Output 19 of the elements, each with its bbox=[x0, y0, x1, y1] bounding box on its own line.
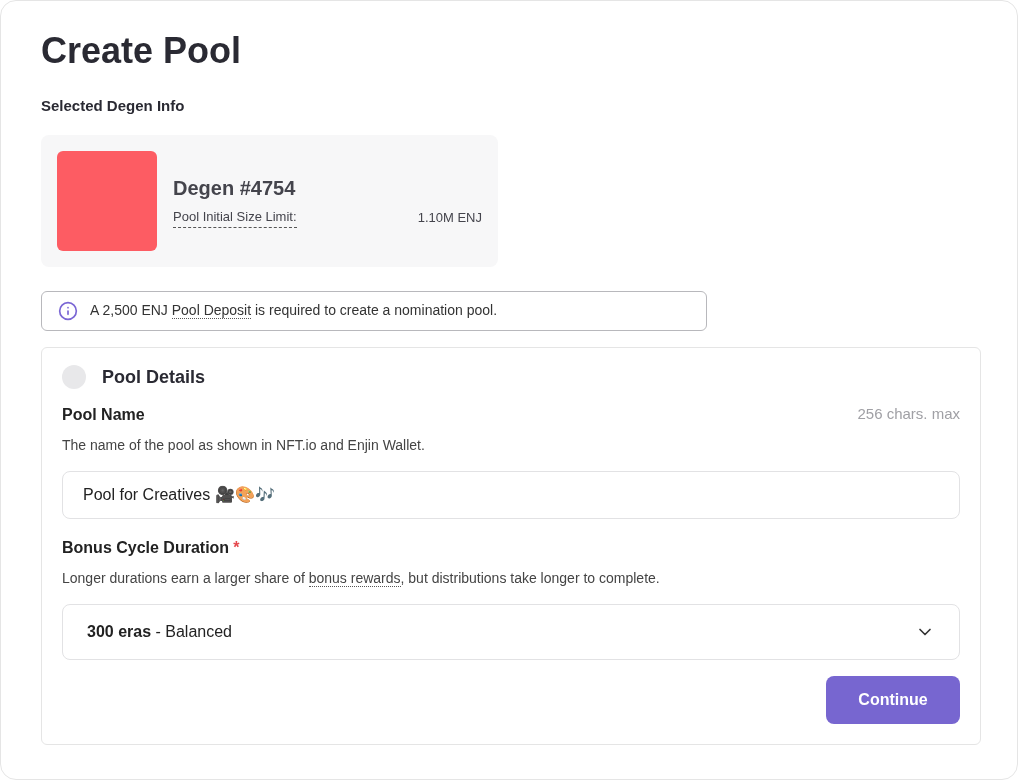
field-label: Bonus Cycle Duration bbox=[62, 537, 230, 558]
degen-name: Degen #4754 bbox=[173, 176, 297, 202]
field-description: The name of the pool as shown in NFT.io and Enjin Wallet. bbox=[62, 435, 426, 455]
char-limit-hint: 256 chars. max bbox=[857, 404, 960, 425]
page-title: Create Pool bbox=[41, 29, 243, 73]
field-description: Longer durations earn a larger share of bonus rewards, but distributions take longer to complete. bbox=[62, 568, 661, 589]
bonus-rewards-term[interactable]: bonus rewards bbox=[308, 569, 401, 587]
pool-deposit-term[interactable]: Pool Deposit bbox=[171, 302, 252, 319]
continue-button[interactable]: Continue bbox=[826, 675, 960, 724]
section-heading: Selected Degen Info bbox=[41, 96, 186, 116]
pool-name-input[interactable]: Pool for Creatives 🎥🎨🎶 bbox=[62, 470, 960, 519]
panel-title: Pool Details bbox=[102, 365, 206, 389]
required-mark: * bbox=[233, 537, 240, 558]
limit-value: 1.10M ENJ bbox=[417, 208, 482, 227]
limit-label[interactable]: Pool Initial Size Limit: bbox=[173, 207, 297, 228]
info-icon bbox=[58, 300, 78, 321]
notice-text: A 2,500 ENJ Pool Deposit is required to create a nomination pool. bbox=[90, 301, 498, 321]
duration-select[interactable]: 300 eras - Balanced bbox=[62, 603, 960, 660]
field-label: Pool Name bbox=[62, 404, 145, 425]
